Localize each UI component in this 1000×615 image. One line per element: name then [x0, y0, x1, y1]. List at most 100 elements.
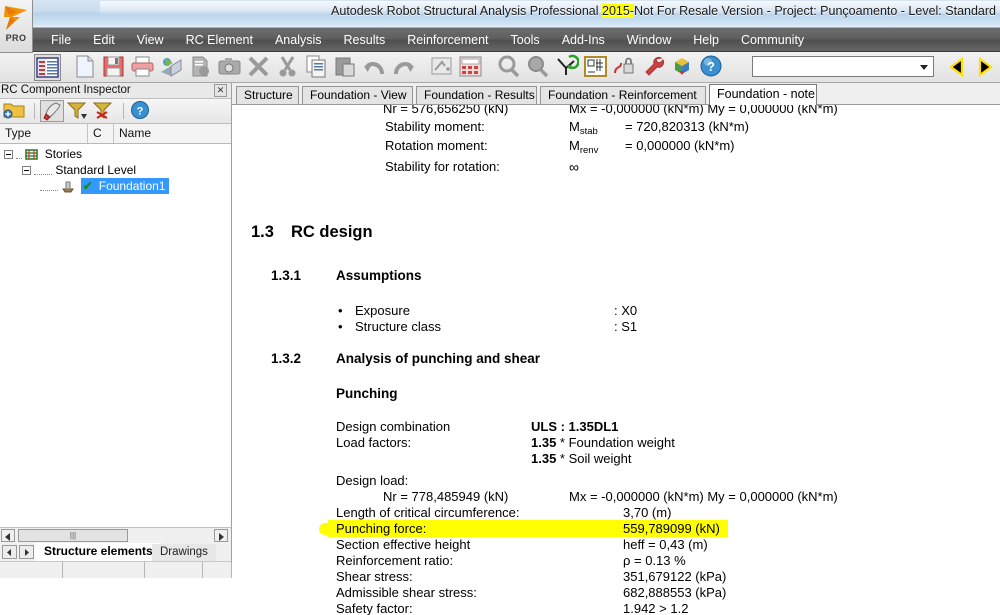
tree-line: [16, 150, 22, 160]
panel-horizontal-scrollbar[interactable]: |||: [0, 527, 231, 543]
calculations-icon[interactable]: [458, 54, 485, 81]
tree-item-standard-level[interactable]: Standard Level: [0, 162, 231, 178]
stability-moment-value: = 720,820313 (kN*m): [625, 119, 749, 134]
row-value-admissible-shear-stress: 682,888553 (kPa): [623, 585, 727, 600]
nav-prev-button[interactable]: [948, 56, 968, 78]
tree-expander-icon[interactable]: [22, 166, 31, 176]
clipped-nr-value: Mx = -0,000000 (kN*m) My = 0,000000 (kN*…: [569, 105, 838, 116]
print-preview-icon[interactable]: [159, 54, 186, 81]
filter-icon[interactable]: [66, 100, 90, 122]
status-cell-2: [62, 562, 145, 578]
panel-toolbar-separator: [34, 103, 35, 119]
menu-item-rc-element[interactable]: RC Element: [177, 30, 262, 50]
row-value-punching-force: 559,789099 (kN): [623, 521, 720, 536]
menu-item-analysis[interactable]: Analysis: [266, 30, 331, 50]
object-inspector-icon[interactable]: [34, 54, 61, 81]
tree-item-foundation1[interactable]: ✔ Foundation1: [0, 178, 231, 194]
toolbar-combo[interactable]: [752, 56, 934, 77]
bullet-icon: •: [338, 303, 343, 318]
tree-item-selected-foundation1[interactable]: ✔ Foundation1: [80, 178, 170, 194]
tab-foundation-note[interactable]: Foundation - note: [709, 84, 817, 105]
menu-item-edit[interactable]: Edit: [84, 30, 124, 50]
add-folder-icon[interactable]: [3, 100, 27, 122]
column-header-type[interactable]: Type: [0, 124, 88, 143]
menu-item-view[interactable]: View: [128, 30, 173, 50]
bottom-tab-drawings[interactable]: Drawings: [152, 544, 216, 561]
section-title-punching-shear: Analysis of punching and shear: [336, 351, 541, 366]
menu-item-community[interactable]: Community: [732, 30, 813, 50]
paste-icon[interactable]: [333, 54, 360, 81]
save-icon[interactable]: [101, 54, 128, 81]
print-icon[interactable]: [130, 54, 157, 81]
view-3d-icon[interactable]: [670, 54, 697, 81]
clipped-nr-label: Nr = 576,656250 (kN): [383, 105, 509, 116]
assumption-label-structure-class: Structure class: [355, 319, 441, 334]
stories-icon: [25, 149, 39, 160]
menu-item-tools[interactable]: Tools: [502, 30, 549, 50]
preferences-icon[interactable]: [641, 54, 668, 81]
foundation-icon: [62, 181, 75, 193]
lock-icon[interactable]: [612, 54, 639, 81]
cut-icon[interactable]: [275, 54, 302, 81]
panel-bottom-tabs: Structure elements Drawings: [0, 543, 231, 561]
application-window: Autodesk Robot Structural Analysis Profe…: [0, 0, 1000, 615]
stability-moment-label: Stability moment:: [385, 119, 485, 134]
zoom-in-icon[interactable]: [496, 54, 523, 81]
rotation-moment-label: Rotation moment:: [385, 138, 488, 153]
zoom-out-icon[interactable]: [525, 54, 552, 81]
scroll-thumb[interactable]: |||: [18, 529, 128, 542]
tab-next-button[interactable]: [19, 545, 34, 559]
tree-label-stories: Stories: [44, 147, 83, 161]
tree-expander-icon[interactable]: [4, 150, 13, 160]
delete-icon[interactable]: [246, 54, 273, 81]
menu-item-help[interactable]: Help: [684, 30, 728, 50]
undo-icon[interactable]: [362, 54, 389, 81]
paint-brush-icon[interactable]: [40, 100, 64, 122]
tab-foundation-view[interactable]: Foundation - View: [302, 86, 413, 104]
redo-icon[interactable]: [391, 54, 418, 81]
row-value-critical-circumference: 3,70 (m): [623, 505, 672, 520]
nav-next-button[interactable]: [974, 56, 994, 78]
calculation-note-document[interactable]: Nr = 576,656250 (kN) Mx = -0,000000 (kN*…: [233, 105, 1000, 615]
menu-item-reinforcement[interactable]: Reinforcement: [398, 30, 497, 50]
section-title-rc-design: RC design: [291, 223, 373, 241]
heading-punching: Punching: [336, 386, 398, 401]
tree-item-stories[interactable]: Stories: [0, 144, 231, 162]
row-value-shear-stress: 351,679122 (kPa): [623, 569, 727, 584]
menu-item-window[interactable]: Window: [618, 30, 680, 50]
menu-item-results[interactable]: Results: [335, 30, 395, 50]
close-icon[interactable]: ✕: [214, 84, 227, 97]
refresh-axes-icon[interactable]: [554, 54, 581, 81]
clear-filter-icon[interactable]: [92, 100, 116, 122]
grid-icon[interactable]: [583, 54, 610, 81]
help-icon[interactable]: ?: [129, 100, 153, 122]
tab-prev-button[interactable]: [2, 545, 17, 559]
tab-structure[interactable]: Structure: [236, 86, 299, 104]
printout-composition-icon[interactable]: [188, 54, 215, 81]
new-file-icon[interactable]: [72, 54, 99, 81]
copy-icon[interactable]: [304, 54, 331, 81]
menu-bar: File Edit View RC Element Analysis Resul…: [32, 28, 1000, 52]
screen-capture-icon[interactable]: [217, 54, 244, 81]
help-icon[interactable]: ?: [699, 54, 726, 81]
bullet-icon: •: [338, 319, 343, 334]
scroll-right-button[interactable]: [214, 529, 228, 542]
stability-for-rotation-label: Stability for rotation:: [385, 159, 500, 174]
column-header-c[interactable]: C: [88, 124, 114, 143]
highlight-cap-left: [319, 523, 331, 535]
svg-text:?: ?: [707, 59, 715, 74]
scroll-left-button[interactable]: [1, 529, 15, 542]
bottom-tab-structure-elements[interactable]: Structure elements: [34, 543, 161, 561]
tab-foundation-results[interactable]: Foundation - Results: [416, 86, 537, 104]
tab-foundation-reinforcement[interactable]: Foundation - Reinforcement: [540, 86, 706, 104]
load-factors-label: Load factors:: [336, 435, 412, 450]
panel-status-row: [0, 561, 232, 578]
menu-item-file[interactable]: File: [42, 30, 80, 50]
window-title-highlight: 2015-: [602, 4, 634, 18]
menu-item-add-ins[interactable]: Add-Ins: [553, 30, 614, 50]
rotation-moment-value: = 0,000000 (kN*m): [625, 138, 735, 153]
tree-line: [34, 166, 52, 176]
column-header-name[interactable]: Name: [114, 124, 230, 143]
display-icon[interactable]: [429, 54, 456, 81]
autodesk-logo-button[interactable]: PRO: [0, 0, 33, 53]
